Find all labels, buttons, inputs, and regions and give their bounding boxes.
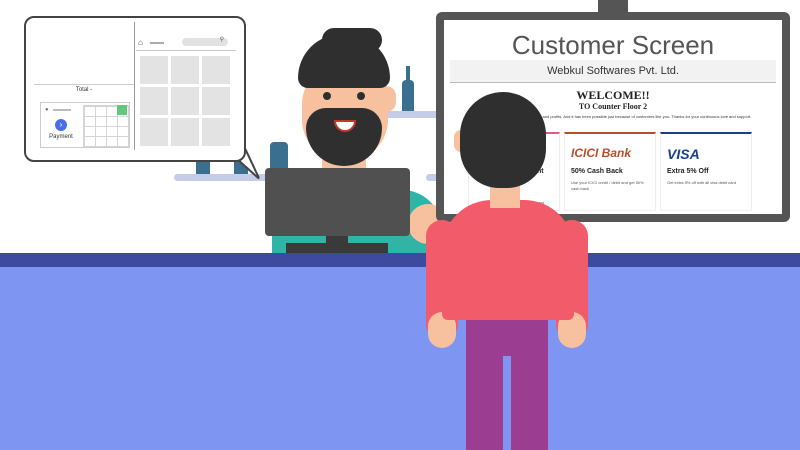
pos-customer-line [53, 109, 71, 111]
pos-keypad-enter-key[interactable] [117, 105, 127, 115]
pos-topbar-separator [136, 50, 236, 51]
pos-topbar: ⌂ ⚲ [138, 37, 234, 48]
pos-speech-bubble: Total - ● › Payment ⌂ ⚲ [24, 16, 246, 162]
search-icon: ⚲ [219, 37, 224, 43]
chevron-right-icon: › [59, 120, 63, 129]
shopkeeper-hair [322, 28, 382, 52]
offer-description: Get extra 5% off with all visa debit car… [667, 180, 737, 185]
scene: Total - ● › Payment ⌂ ⚲ Customer Screen … [0, 0, 800, 450]
pos-terminal-monitor [265, 168, 410, 236]
product-tile[interactable] [202, 87, 230, 115]
bottle [406, 66, 410, 82]
product-tile[interactable] [140, 56, 168, 84]
product-tile[interactable] [171, 87, 199, 115]
offer-title: 50% Cash Back [571, 168, 623, 175]
company-name: Webkul Softwares Pvt. Ltd. [450, 60, 776, 83]
pos-total-label: Total - [34, 84, 134, 93]
customer-shirt [442, 200, 574, 320]
shopkeeper-brow [352, 82, 368, 86]
shopkeeper-ear [376, 86, 396, 112]
screen-title: Customer Screen [511, 30, 715, 60]
pos-home-label-line [150, 42, 164, 44]
pos-payment-panel: ● › Payment [40, 102, 130, 148]
shopkeeper-brow [318, 82, 334, 86]
offer-card: ICICI Bank 50% Cash Back Use your ICICI … [564, 132, 656, 211]
bottle [196, 160, 210, 174]
counter-front [0, 267, 800, 450]
home-icon[interactable]: ⌂ [138, 38, 143, 47]
product-tile[interactable] [202, 56, 230, 84]
terminal-base [286, 243, 388, 253]
offer-card: VISA Extra 5% Off Get extra 5% off with … [660, 132, 752, 211]
payment-label: Payment [49, 134, 73, 140]
pos-divider [134, 22, 135, 150]
product-tile[interactable] [140, 118, 168, 146]
payment-button[interactable]: › [55, 119, 67, 131]
shopkeeper-eye [323, 92, 331, 100]
monitor-mount [598, 0, 628, 12]
customer-head [460, 92, 546, 188]
visa-logo: VISA [667, 146, 700, 162]
counter-top [0, 253, 800, 267]
shopkeeper-beard [306, 108, 382, 166]
bottle [402, 80, 414, 111]
product-tile[interactable] [171, 118, 199, 146]
product-tile[interactable] [202, 118, 230, 146]
icici-bank-logo: ICICI Bank [571, 146, 632, 160]
product-tile[interactable] [171, 56, 199, 84]
customer-legs-gap [503, 356, 511, 450]
user-icon: ● [45, 107, 49, 113]
search-input[interactable]: ⚲ [182, 37, 228, 46]
pos-product-grid [140, 56, 232, 146]
offer-description: Use your ICICI credit / debit and get 50… [571, 180, 644, 191]
shopkeeper-eye [357, 92, 365, 100]
offer-title: Extra 5% Off [667, 168, 709, 175]
product-tile[interactable] [140, 87, 168, 115]
